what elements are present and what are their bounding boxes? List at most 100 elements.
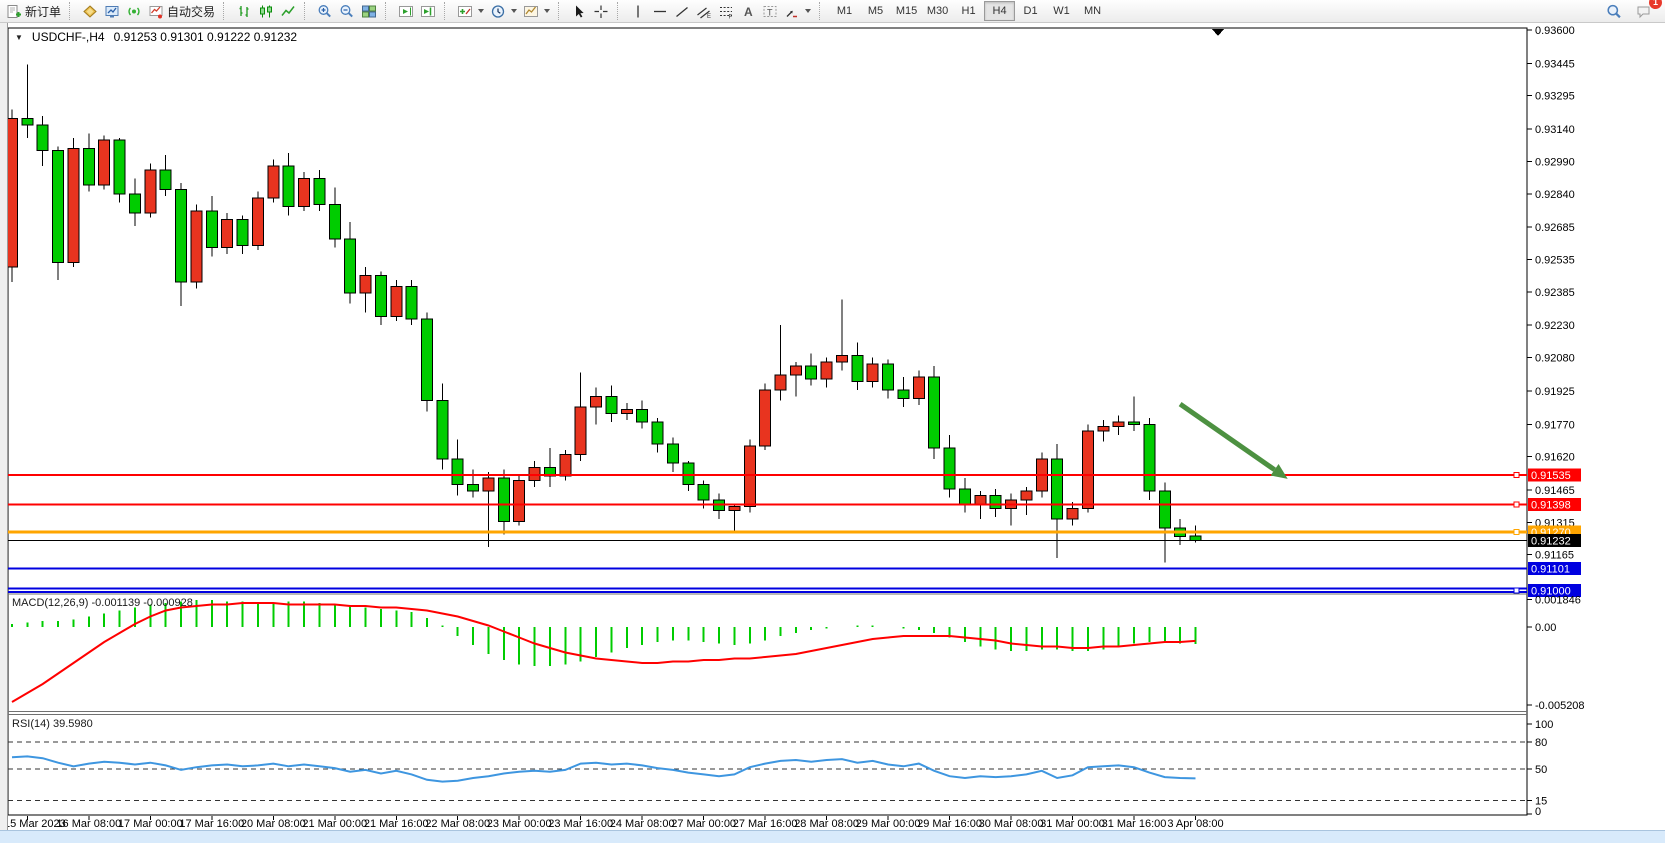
auto-scroll-button[interactable] xyxy=(395,1,417,21)
autotrade-button[interactable]: 自动交易 xyxy=(145,1,218,21)
indicators-button[interactable] xyxy=(454,1,487,21)
bar-chart-button[interactable] xyxy=(233,1,255,21)
svg-text:F: F xyxy=(729,14,733,19)
window-left-splitter[interactable] xyxy=(0,23,8,830)
symbol-dropdown-caret[interactable]: ▼ xyxy=(15,33,23,42)
fibonacci-button[interactable]: F xyxy=(715,1,737,21)
crosshair-button[interactable] xyxy=(590,1,612,21)
new-order-button-label: 新订单 xyxy=(25,3,61,20)
price-axis-label: 0.91465 xyxy=(1535,485,1575,497)
zoom-out-button[interactable] xyxy=(336,1,358,21)
price-axis-label: 0.92840 xyxy=(1535,189,1575,201)
time-axis-label: 23 Mar 00:00 xyxy=(487,818,552,830)
cursor-icon xyxy=(571,4,587,19)
hline-handle[interactable] xyxy=(1514,502,1519,507)
timeframe-button-m1[interactable]: M1 xyxy=(829,1,860,21)
candlestick-chart-button[interactable] xyxy=(255,1,277,21)
auto-scroll-icon xyxy=(398,4,414,19)
periods-button[interactable] xyxy=(487,1,520,21)
chart-canvas[interactable]: 0.936000.934450.932950.931400.929900.928… xyxy=(0,0,1665,843)
candle xyxy=(222,213,233,254)
chart-shift-icon xyxy=(420,4,436,19)
timeframe-button-m15[interactable]: M15 xyxy=(891,1,922,21)
publisher-button[interactable] xyxy=(101,1,123,21)
gold-button[interactable] xyxy=(79,1,101,21)
timeframe-button-w1[interactable]: W1 xyxy=(1046,1,1077,21)
toolbar-separator xyxy=(444,2,451,20)
timeframe-button-d1[interactable]: D1 xyxy=(1015,1,1046,21)
candle xyxy=(7,110,18,282)
toolbar-separator xyxy=(617,2,624,20)
toolbar-right-group: 1 xyxy=(1603,1,1665,21)
time-axis-label: 3 Apr 08:00 xyxy=(1167,818,1223,830)
autotrade-button-label: 自动交易 xyxy=(167,3,215,20)
time-axis-label: 17 Mar 16:00 xyxy=(179,818,244,830)
toolbar-separator xyxy=(819,2,826,20)
gold-icon xyxy=(82,4,98,19)
chart-ohlc-values: 0.91253 0.91301 0.91222 0.91232 xyxy=(114,30,298,44)
rsi-axis-label: 80 xyxy=(1535,737,1547,749)
hline-handle[interactable] xyxy=(1514,473,1519,478)
chevron-down-icon[interactable] xyxy=(544,9,550,13)
candle xyxy=(145,164,156,218)
time-axis-label: 16 Mar 08:00 xyxy=(56,818,121,830)
timeframe-button-m30[interactable]: M30 xyxy=(922,1,953,21)
macd-axis-label: 0.00 xyxy=(1535,622,1556,634)
price-axis-label: 0.93295 xyxy=(1535,91,1575,103)
text-label-button[interactable]: T xyxy=(759,1,781,21)
chart-symbol-period: USDCHF-,H4 xyxy=(32,30,105,44)
signals-button[interactable] xyxy=(123,1,145,21)
time-axis-label: 31 Mar 16:00 xyxy=(1102,818,1167,830)
text-icon: A xyxy=(740,4,756,19)
price-axis-label: 0.92535 xyxy=(1535,255,1575,267)
candle xyxy=(514,474,525,526)
time-axis-label: 28 Mar 08:00 xyxy=(794,818,859,830)
equidistant-channel-button[interactable]: E xyxy=(693,1,715,21)
text-button[interactable]: A xyxy=(737,1,759,21)
timeframe-button-h1[interactable]: H1 xyxy=(953,1,984,21)
toolbar-separator xyxy=(69,2,76,20)
timeframe-button-mn[interactable]: MN xyxy=(1077,1,1108,21)
notification-badge: 1 xyxy=(1649,0,1662,9)
timeframe-button-m5[interactable]: M5 xyxy=(860,1,891,21)
time-axis[interactable]: 15 Mar 202316 Mar 08:0017 Mar 00:0017 Ma… xyxy=(4,816,1224,830)
zoom-in-button[interactable] xyxy=(314,1,336,21)
horizontal-line-button[interactable] xyxy=(649,1,671,21)
price-axis[interactable]: 0.936000.934450.932950.931400.929900.928… xyxy=(1527,25,1581,597)
notifications-button[interactable]: 1 xyxy=(1633,1,1655,21)
vertical-line-icon xyxy=(630,4,646,19)
search-button[interactable] xyxy=(1603,1,1625,21)
trendline-icon xyxy=(674,4,690,19)
trendline-button[interactable] xyxy=(671,1,693,21)
hline-handle[interactable] xyxy=(1514,588,1519,593)
hline-handle[interactable] xyxy=(1514,530,1519,535)
channel-icon: E xyxy=(696,4,712,19)
signal-icon xyxy=(126,4,142,19)
candle xyxy=(391,280,402,321)
periods-icon xyxy=(490,4,506,19)
templates-button[interactable] xyxy=(520,1,553,21)
time-axis-label: 31 Mar 00:00 xyxy=(1040,818,1105,830)
time-axis-label: 29 Mar 16:00 xyxy=(917,818,982,830)
new-order-button[interactable]: 新订单 xyxy=(3,1,64,21)
tile-windows-button[interactable] xyxy=(358,1,380,21)
cursor-button[interactable] xyxy=(568,1,590,21)
ohlc-bars-icon xyxy=(236,4,252,19)
time-axis-label: 24 Mar 08:00 xyxy=(610,818,675,830)
line-chart-button[interactable] xyxy=(277,1,299,21)
chevron-down-icon[interactable] xyxy=(805,9,811,13)
price-axis-label: 0.92990 xyxy=(1535,156,1575,168)
chart-shift-button[interactable] xyxy=(417,1,439,21)
vertical-line-button[interactable] xyxy=(627,1,649,21)
window-bottom-strip xyxy=(0,830,1665,843)
templates-icon xyxy=(523,4,539,19)
chevron-down-icon[interactable] xyxy=(511,9,517,13)
mt4-window: 新订单 自动交易 E F AT M1M5M15M30H1H4D1W1MN 1 0.93600… xyxy=(0,0,1665,843)
arrows-button[interactable] xyxy=(781,1,814,21)
price-badge-label: 0.91101 xyxy=(1531,564,1570,576)
rsi-name: RSI(14) xyxy=(12,718,50,730)
time-axis-label: 17 Mar 00:00 xyxy=(118,818,183,830)
chevron-down-icon[interactable] xyxy=(478,9,484,13)
toolbar-separator xyxy=(304,2,311,20)
timeframe-button-h4[interactable]: H4 xyxy=(984,1,1015,21)
